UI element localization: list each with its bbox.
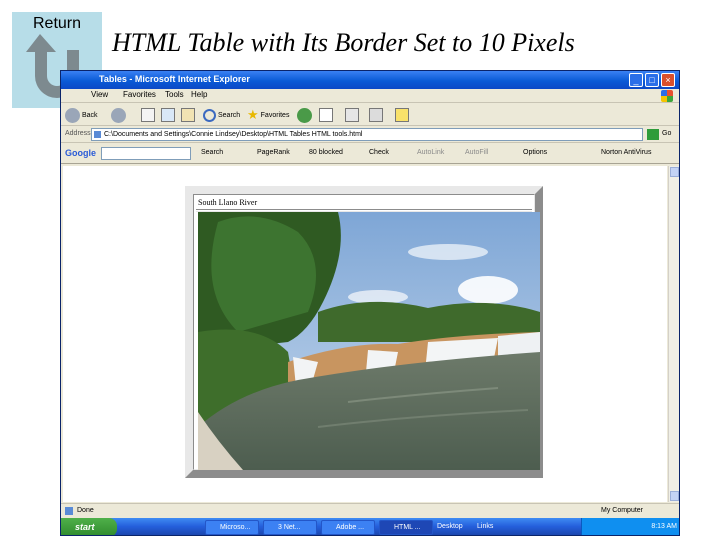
star-icon: ★ [247, 107, 259, 122]
river-photo [198, 212, 540, 470]
minimize-button[interactable]: _ [629, 73, 643, 87]
pagerank-indicator[interactable]: PageRank [257, 149, 290, 156]
menu-favorites[interactable]: Favorites [123, 90, 156, 99]
desktop-toolbar[interactable]: Desktop [437, 523, 463, 530]
menu-bar: View Favorites Tools Help [61, 89, 679, 103]
print-button[interactable] [345, 106, 359, 124]
forward-button[interactable] [111, 106, 126, 124]
refresh-button[interactable] [161, 106, 175, 124]
title-bar: Tables - Microsoft Internet Explorer _ □… [61, 71, 679, 89]
back-button[interactable]: Back [65, 106, 98, 124]
page-icon [65, 507, 73, 515]
close-button[interactable]: × [661, 73, 675, 87]
address-input[interactable]: C:\Documents and Settings\Connie Lindsey… [91, 128, 643, 141]
home-button[interactable] [181, 106, 195, 124]
taskbar-item-netscape[interactable]: 3 Net... [263, 520, 317, 535]
google-logo: Google [65, 148, 96, 158]
window-title: Tables - Microsoft Internet Explorer [99, 74, 250, 84]
window-controls: _ □ × [629, 73, 675, 87]
mail-button[interactable] [319, 106, 333, 124]
system-tray: 8:13 AM [581, 518, 679, 535]
autofill-button[interactable]: AutoFill [465, 149, 488, 156]
home-icon [181, 108, 195, 122]
favorites-label: Favorites [260, 111, 290, 119]
edit-button[interactable] [369, 106, 383, 124]
address-bar: Address C:\Documents and Settings\Connie… [61, 127, 679, 143]
print-icon [345, 108, 359, 122]
scroll-down-icon[interactable] [670, 491, 679, 501]
bordered-table: South Llano River [185, 186, 543, 478]
status-text: Done [77, 507, 94, 514]
clock[interactable]: 8:13 AM [651, 523, 677, 530]
google-search-button[interactable]: Search [201, 149, 223, 156]
search-icon [203, 108, 216, 122]
vertical-scrollbar[interactable] [668, 166, 679, 502]
menu-help[interactable]: Help [191, 90, 207, 99]
google-search-input[interactable] [101, 147, 191, 160]
note-icon [395, 108, 409, 122]
refresh-icon [161, 108, 175, 122]
slide-title: HTML Table with Its Border Set to 10 Pix… [112, 28, 575, 57]
scroll-up-icon[interactable] [670, 167, 679, 177]
windows-logo-icon [661, 90, 673, 102]
history-icon [297, 107, 312, 123]
google-toolbar: Google Search PageRank 80 blocked Check … [61, 144, 679, 164]
history-button[interactable] [297, 106, 312, 124]
search-label: Search [218, 111, 241, 119]
back-arrow-icon [65, 107, 80, 123]
edit-icon [369, 108, 383, 122]
go-button[interactable]: Go [662, 130, 671, 137]
search-button[interactable]: Search [203, 106, 240, 124]
menu-tools[interactable]: Tools [165, 90, 184, 99]
status-bar: Done My Computer [61, 503, 679, 517]
stop-button[interactable] [141, 106, 155, 124]
start-button[interactable]: start [61, 518, 117, 535]
taskbar: start Microso... 3 Net... Adobe ... HTML… [61, 518, 679, 535]
norton-antivirus-button[interactable]: Norton AntiVirus [601, 149, 651, 156]
stop-icon [141, 108, 155, 122]
options-button[interactable]: Options [523, 149, 547, 156]
go-arrow-icon[interactable] [647, 129, 659, 140]
spell-check-button[interactable]: Check [369, 149, 389, 156]
notes-button[interactable] [395, 106, 409, 124]
popup-blocker[interactable]: 80 blocked [309, 149, 343, 156]
address-label: Address [65, 130, 91, 137]
autolink-button[interactable]: AutoLink [417, 149, 444, 156]
table-cell: South Llano River [193, 194, 540, 470]
taskbar-item-adobe[interactable]: Adobe ... [321, 520, 375, 535]
menu-view[interactable]: View [91, 90, 108, 99]
browser-window: Tables - Microsoft Internet Explorer _ □… [60, 70, 680, 536]
security-zone: My Computer [601, 507, 644, 514]
taskbar-item-html[interactable]: HTML ... [379, 520, 433, 535]
taskbar-item-word[interactable]: Microso... [205, 520, 259, 535]
mail-icon [319, 108, 333, 122]
favorites-button[interactable]: ★ Favorites [247, 106, 289, 124]
back-label: Back [82, 111, 98, 119]
page-content: South Llano River [63, 166, 667, 502]
standard-toolbar: Back Search ★ Favorites [61, 104, 679, 126]
links-toolbar[interactable]: Links [477, 523, 493, 530]
maximize-button[interactable]: □ [645, 73, 659, 87]
forward-arrow-icon [111, 107, 126, 123]
table-caption: South Llano River [198, 198, 258, 207]
